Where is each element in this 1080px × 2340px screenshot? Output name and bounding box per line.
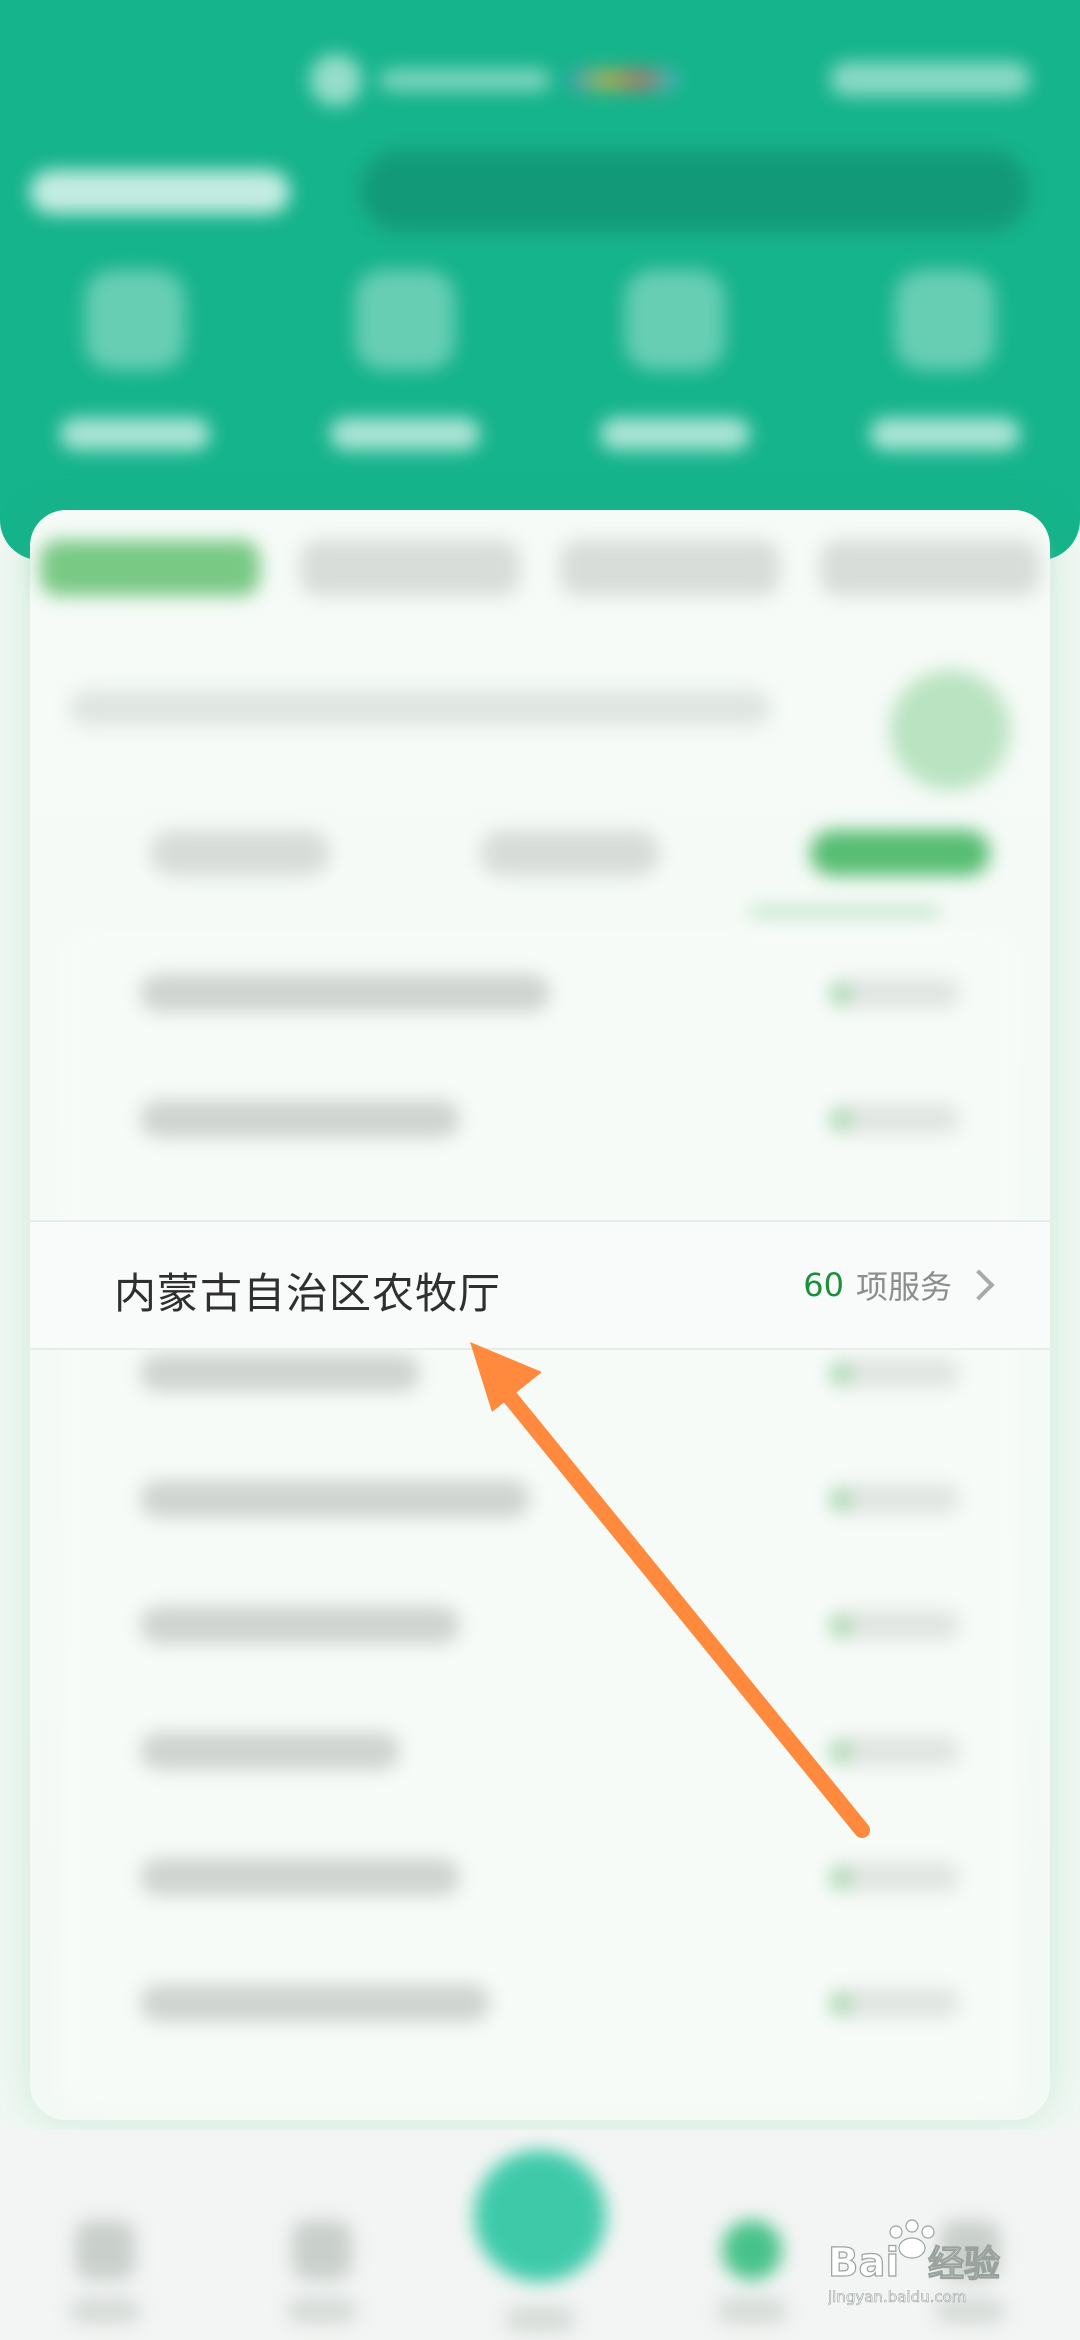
app-logo [310, 50, 690, 110]
baidu-jingyan-watermark: Bai 经验 jingyan.baidu.com [828, 2219, 1001, 2306]
region-selector[interactable] [30, 170, 290, 214]
header-action[interactable] [830, 62, 1030, 96]
agencies-icon [722, 2220, 782, 2280]
quick-entry-2[interactable] [305, 270, 505, 450]
category-tab-3[interactable] [560, 540, 780, 596]
quick-entry-4[interactable] [845, 270, 1045, 450]
search-input[interactable] [360, 150, 1030, 232]
app-header [0, 0, 1080, 560]
quick-entry-1[interactable] [35, 270, 235, 450]
category-tab-1[interactable] [40, 540, 260, 596]
filter-icon[interactable] [890, 670, 1010, 790]
services-icon [292, 2220, 352, 2280]
list-item[interactable] [60, 1688, 1020, 1814]
quick-entry-icon [625, 270, 725, 370]
nav-agencies[interactable] [692, 2220, 812, 2324]
quick-entry-3[interactable] [575, 270, 775, 450]
service-count-unit: 项服务 [855, 1268, 952, 1306]
service-count-number: 60 [803, 1266, 844, 1304]
quick-entry-icon [895, 270, 995, 370]
list-item[interactable] [60, 1436, 1020, 1562]
sub-tab-2[interactable] [480, 830, 660, 876]
nav-services[interactable] [262, 2220, 382, 2324]
quick-entry-icon [355, 270, 455, 370]
active-tab-indicator [750, 908, 940, 916]
list-item[interactable] [60, 1562, 1020, 1688]
agency-name: 内蒙古自治区农牧厅 [114, 1269, 502, 1318]
list-item[interactable] [60, 1814, 1020, 1940]
list-item[interactable] [60, 930, 1020, 1056]
nav-home[interactable] [45, 2220, 165, 2324]
list-item[interactable] [60, 1056, 1020, 1182]
category-tabs [40, 540, 1050, 596]
list-item-focused[interactable]: 内蒙古自治区农牧厅 60 项服务 [30, 1220, 1050, 1350]
svg-text:经验: 经验 [928, 2244, 1000, 2285]
sub-tab-3[interactable] [810, 830, 990, 876]
category-tab-2[interactable] [300, 540, 520, 596]
svg-text:jingyan.baidu.com: jingyan.baidu.com [828, 2288, 966, 2306]
filter-hint [70, 690, 770, 726]
svg-text:Bai: Bai [828, 2240, 899, 2286]
agency-list [60, 930, 1020, 2110]
list-item[interactable] [60, 1940, 1020, 2066]
service-count: 60 项服务 [803, 1262, 995, 1308]
nav-center-button[interactable] [474, 2150, 606, 2282]
chevron-right-icon [963, 1269, 995, 1301]
sub-tab-1[interactable] [150, 830, 330, 876]
sub-tabs [150, 830, 990, 876]
home-icon [75, 2220, 135, 2280]
quick-entry-icon [85, 270, 185, 370]
category-tab-4[interactable] [820, 540, 1040, 596]
